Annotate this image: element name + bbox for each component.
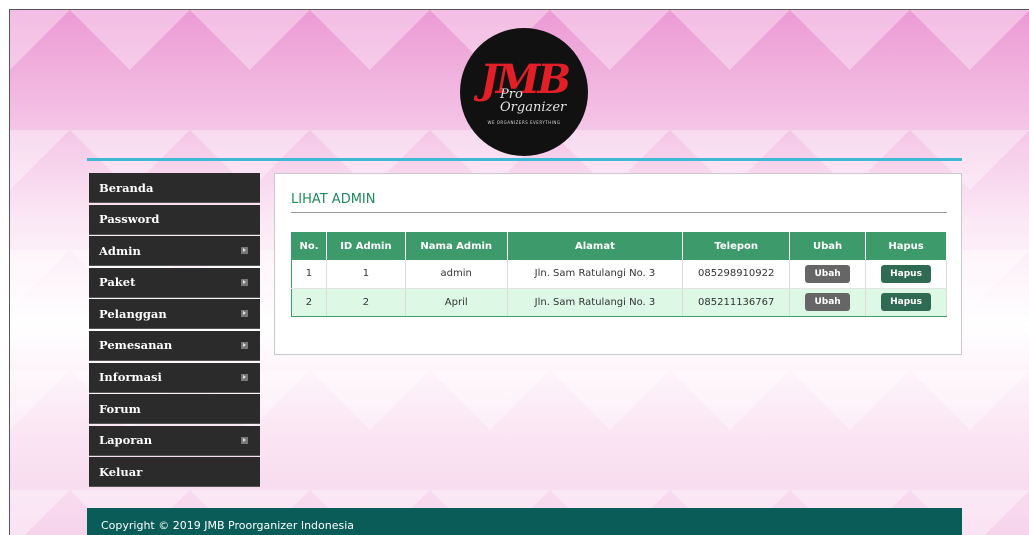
cell-id: 1 xyxy=(326,260,406,289)
page-frame: JMB Pro Organizer WE ORGANIZERS EVERYTHI… xyxy=(9,9,1029,535)
sidebar-item-informasi[interactable]: Informasi xyxy=(89,362,260,393)
header: JMB Pro Organizer WE ORGANIZERS EVERYTHI… xyxy=(10,10,1029,160)
cell-telepon: 085298910922 xyxy=(682,260,791,289)
chevron-right-icon xyxy=(241,310,248,318)
column-header: No. xyxy=(291,232,327,260)
cell-nama: admin xyxy=(405,260,508,289)
edit-button[interactable]: Ubah xyxy=(805,293,850,311)
column-header: Telepon xyxy=(682,232,791,260)
sidebar-item-pelanggan[interactable]: Pelanggan xyxy=(89,299,260,330)
cell-hapus: Hapus xyxy=(865,288,947,317)
cell-telepon: 085211136767 xyxy=(682,288,791,317)
delete-button[interactable]: Hapus xyxy=(881,293,931,311)
content-panel: LIHAT ADMIN No. ID Admin Nama Admin Alam… xyxy=(274,173,962,355)
cell-no: 1 xyxy=(291,260,327,289)
cell-nama: April xyxy=(405,288,508,317)
page-title: LIHAT ADMIN xyxy=(291,192,376,207)
logo-tagline: WE ORGANIZERS EVERYTHING xyxy=(487,119,561,125)
sidebar-item-label: Laporan xyxy=(99,433,153,448)
sidebar-item-password[interactable]: Password xyxy=(89,204,260,235)
chevron-right-icon xyxy=(241,247,248,255)
cell-ubah: Ubah xyxy=(789,260,867,289)
sidebar-item-label: Forum xyxy=(99,401,141,416)
sidebar-item-forum[interactable]: Forum xyxy=(89,394,260,425)
site-logo[interactable]: JMB Pro Organizer WE ORGANIZERS EVERYTHI… xyxy=(460,28,588,156)
sidebar-item-label: Pemesanan xyxy=(99,338,173,353)
sidebar-item-paket[interactable]: Paket xyxy=(89,267,260,298)
table-header-row: No. ID Admin Nama Admin Alamat Telepon U… xyxy=(291,232,947,260)
sidebar-item-admin[interactable]: Admin xyxy=(89,236,260,267)
column-header: Hapus xyxy=(865,232,947,260)
sidebar-item-label: Keluar xyxy=(99,464,143,479)
footer: Copyright © 2019 JMB Proorganizer Indone… xyxy=(87,508,962,535)
column-header: Ubah xyxy=(789,232,867,260)
sidebar-item-pemesanan[interactable]: Pemesanan xyxy=(89,330,260,361)
sidebar-item-beranda[interactable]: Beranda xyxy=(89,173,260,203)
sidebar: Beranda Password Admin Paket Pelanggan P… xyxy=(89,173,260,489)
column-header: Alamat xyxy=(507,232,684,260)
cell-alamat: Jln. Sam Ratulangi No. 3 xyxy=(507,260,684,289)
sidebar-item-keluar[interactable]: Keluar xyxy=(89,457,260,488)
chevron-right-icon xyxy=(241,278,248,286)
sidebar-item-label: Paket xyxy=(99,275,136,290)
cell-ubah: Ubah xyxy=(789,288,867,317)
chevron-right-icon xyxy=(241,436,248,444)
sidebar-item-label: Beranda xyxy=(99,180,154,195)
sidebar-item-label: Informasi xyxy=(99,370,162,385)
admin-table: No. ID Admin Nama Admin Alamat Telepon U… xyxy=(291,232,947,317)
column-header: ID Admin xyxy=(326,232,406,260)
cell-no: 2 xyxy=(291,288,327,317)
chevron-right-icon xyxy=(241,341,248,349)
title-divider xyxy=(291,212,947,213)
cell-alamat: Jln. Sam Ratulangi No. 3 xyxy=(507,288,684,317)
copyright-text: Copyright © 2019 JMB Proorganizer Indone… xyxy=(101,519,355,532)
sidebar-item-label: Password xyxy=(99,212,160,227)
cell-id: 2 xyxy=(326,288,406,317)
column-header: Nama Admin xyxy=(405,232,508,260)
delete-button[interactable]: Hapus xyxy=(881,264,931,283)
logo-sub-text: Pro Organizer xyxy=(500,86,567,115)
header-divider xyxy=(87,158,962,161)
sidebar-item-laporan[interactable]: Laporan xyxy=(89,425,260,456)
chevron-right-icon xyxy=(241,373,248,381)
table-row: 2 2 April Jln. Sam Ratulangi No. 3 08521… xyxy=(291,288,947,317)
cell-hapus: Hapus xyxy=(865,260,947,289)
sidebar-item-label: Pelanggan xyxy=(99,306,167,321)
sidebar-item-label: Admin xyxy=(99,243,141,258)
table-row: 1 1 admin Jln. Sam Ratulangi No. 3 08529… xyxy=(291,260,947,289)
edit-button[interactable]: Ubah xyxy=(805,264,850,283)
